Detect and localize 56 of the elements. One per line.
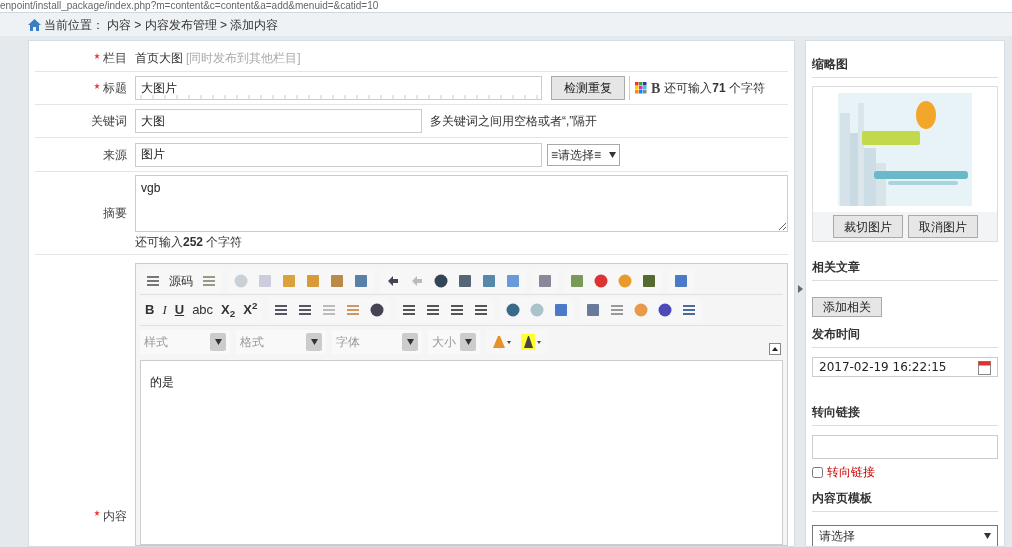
section-heading: 相关文章 <box>812 258 998 281</box>
section-heading: 发布时间 <box>812 325 998 348</box>
section-heading: 缩略图 <box>812 55 998 78</box>
redirect-checkbox[interactable] <box>812 466 823 478</box>
redirect-checkbox-label: 转向链接 <box>827 464 875 481</box>
keywords-field[interactable]: 大图 <box>135 109 422 133</box>
dropdown-arrow-icon <box>464 338 472 345</box>
color-grid-icon[interactable] <box>634 81 648 95</box>
dropdown-arrow-icon <box>406 338 414 345</box>
format-button[interactable]: X$^{2}$ <box>243 300 258 320</box>
editor-text: 的是 <box>150 375 174 389</box>
calendar-icon <box>978 359 991 375</box>
summary-field[interactable]: vgb <box>135 175 788 232</box>
title-char-count: 还可输入71 个字符 <box>664 80 766 97</box>
summary-char-count: 还可输入252 个字符 <box>135 234 244 251</box>
dropdown-arrow-icon <box>609 151 616 158</box>
format-button[interactable]: I <box>162 300 167 320</box>
required-icon <box>94 52 100 59</box>
breadcrumb-label: 当前位置： <box>44 16 104 34</box>
section-heading: 内容页模板 <box>812 489 998 512</box>
section-heading: 转向链接 <box>812 403 998 426</box>
field-label: 摘要 <box>103 205 127 222</box>
field-label: 内容 <box>103 507 127 525</box>
publish-time-field[interactable]: 2017-02-19 16:22:15 <box>812 357 998 377</box>
field-label: 来源 <box>103 146 127 164</box>
thumbnail-button[interactable]: 裁切图片 <box>832 215 903 238</box>
template-select[interactable]: 请选择 <box>812 525 998 546</box>
redirect-url-field[interactable] <box>812 435 998 459</box>
field-label: 标题 <box>103 80 127 97</box>
title-field[interactable]: 大图片 <box>135 76 542 100</box>
format-button[interactable]: U <box>174 300 185 320</box>
source-select[interactable]: ≡请选择≡ <box>547 143 620 166</box>
field-label: 关键词 <box>91 113 127 130</box>
field-label: 栏目 <box>103 50 127 67</box>
collapse-sidebar-icon[interactable] <box>797 284 803 293</box>
home-icon[interactable] <box>28 18 41 31</box>
source-field[interactable]: 图片 <box>135 142 542 167</box>
add-related-button[interactable]: 添加相关 <box>812 297 882 317</box>
format-button[interactable]: X$_{2}$ <box>221 300 236 320</box>
source-button[interactable]: 源码 <box>169 271 193 290</box>
keywords-hint: 多关键词之间用空格或者“,”隔开 <box>430 113 598 130</box>
editor-content-area[interactable]: 的是 <box>140 360 783 545</box>
category-name: 首页大图 <box>135 50 183 67</box>
dropdown-arrow-icon <box>310 338 318 345</box>
url-text: enpoint/install_package/index.php?m=content&c=content&a=add&menuid=&catid=10 <box>0 0 379 12</box>
dropdown-arrow-icon <box>984 533 991 539</box>
breadcrumb-path: 内容 > 内容发布管理 > 添加内容 <box>107 16 279 34</box>
format-button[interactable]: B <box>145 300 155 320</box>
required-icon <box>94 82 100 89</box>
bold-toggle[interactable]: B <box>651 77 661 99</box>
dropdown-arrow-icon <box>214 338 222 345</box>
format-button[interactable]: abc <box>192 300 214 320</box>
required-icon <box>94 510 100 516</box>
check-duplicate-button[interactable]: 检测重复 <box>551 76 625 100</box>
thumbnail-button[interactable]: 取消图片 <box>907 215 978 238</box>
collapse-toolbar-icon[interactable] <box>769 342 781 355</box>
